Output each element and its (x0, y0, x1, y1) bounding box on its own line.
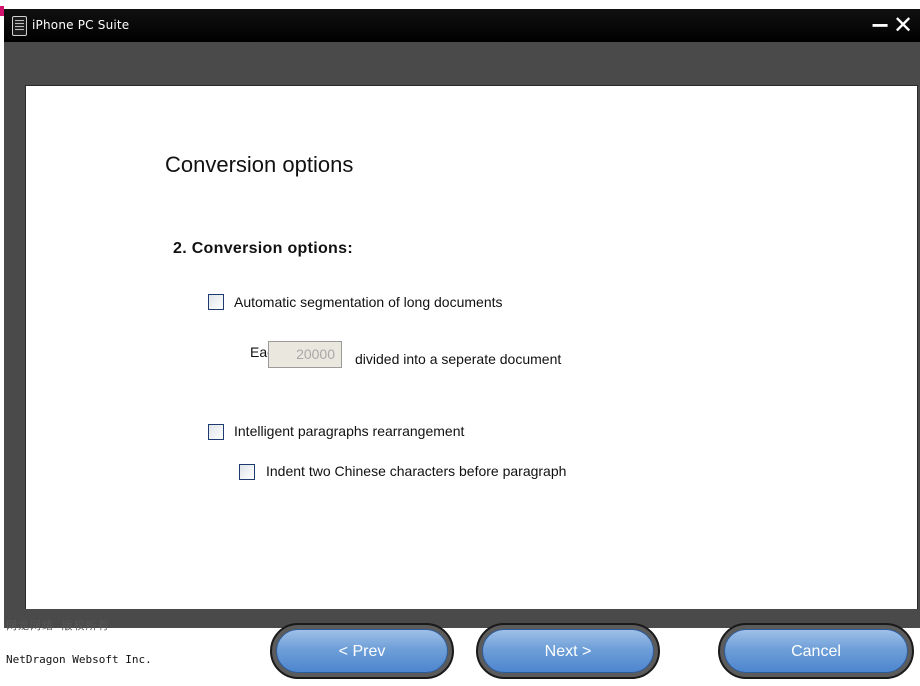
next-button[interactable]: Next > (476, 623, 660, 679)
content-panel: Conversion options 2. Conversion options… (25, 85, 918, 611)
indent-chinese-label: Indent two Chinese characters before par… (266, 463, 567, 479)
window-title: iPhone PC Suite (32, 18, 130, 32)
cancel-button-label[interactable]: Cancel (724, 629, 908, 673)
next-button-label[interactable]: Next > (482, 629, 654, 673)
footer: 网龙网络 版权所有 NetDragon Websoft Inc. < Prev … (4, 609, 920, 686)
prev-button[interactable]: < Prev (270, 623, 454, 679)
close-button[interactable]: ✕ (893, 11, 913, 39)
company-name-en: NetDragon Websoft Inc. (6, 653, 152, 666)
title-bar[interactable]: iPhone PC Suite − ✕ (4, 9, 920, 42)
paragraph-rearrange-label: Intelligent paragraphs rearrangement (234, 423, 465, 439)
phone-icon (12, 16, 27, 36)
segment-suffix-label: divided into a seperate document (355, 351, 562, 367)
section-title: 2. Conversion options: (173, 240, 353, 257)
company-name-cn: 网龙网络 版权所有 (6, 619, 110, 632)
auto-segment-label: Automatic segmentation of long documents (234, 294, 503, 310)
minimize-button[interactable]: − (870, 11, 890, 39)
prev-button-label[interactable]: < Prev (276, 629, 448, 673)
top-strip (0, 0, 920, 9)
cancel-button[interactable]: Cancel (718, 623, 914, 679)
indent-chinese-checkbox[interactable] (239, 464, 255, 480)
paragraph-rearrange-checkbox[interactable] (208, 424, 224, 440)
segment-size-input[interactable]: 20000 (268, 341, 342, 368)
app-window: iPhone PC Suite − ✕ Conversion options 2… (4, 9, 920, 686)
page-title: Conversion options (165, 152, 354, 177)
auto-segment-checkbox[interactable] (208, 294, 224, 310)
